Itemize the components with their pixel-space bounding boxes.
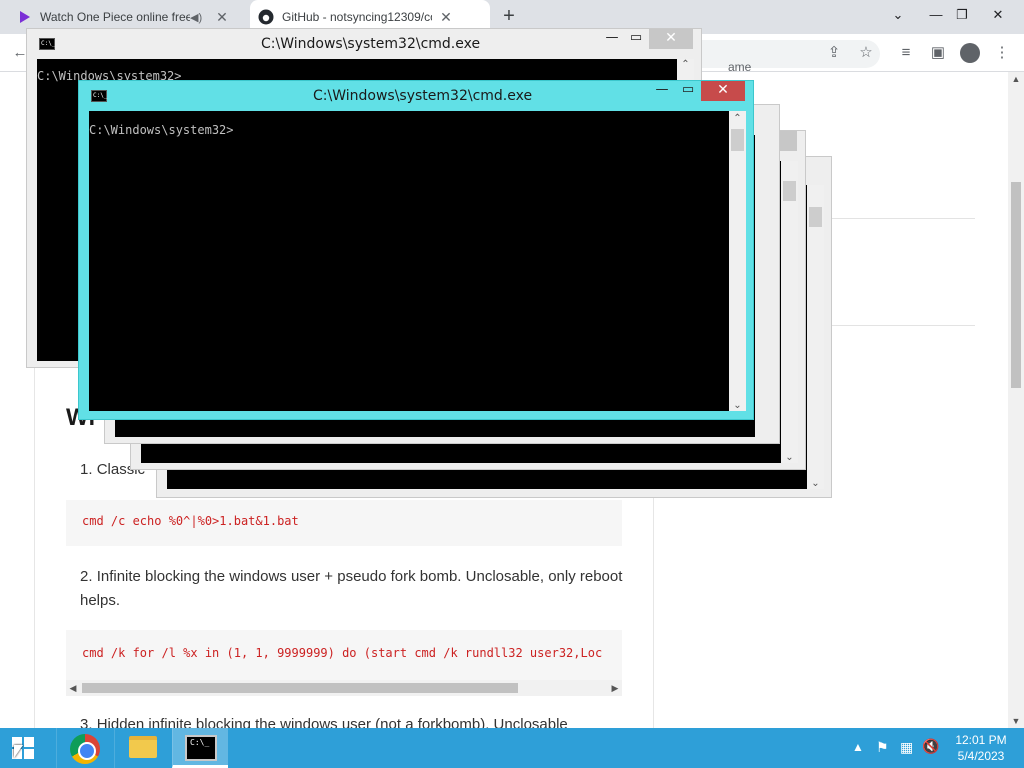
scroll-left-arrow-icon[interactable]: ◀ xyxy=(66,680,80,696)
window-title-bar[interactable]: C:\_ C:\Windows\system32\cmd.exe — ▭ ✕ xyxy=(27,29,701,57)
close-icon[interactable]: ✕ xyxy=(212,9,232,26)
maximize-button[interactable]: ▭ xyxy=(675,81,701,101)
media-queue-icon[interactable]: ≡ xyxy=(894,42,918,64)
list-item: 2. Infinite blocking the windows user + … xyxy=(80,565,625,613)
list-number: 1. xyxy=(80,461,93,478)
clock-date: 5/4/2023 xyxy=(957,749,1005,763)
clock-time: 12:01 PM xyxy=(955,733,1007,747)
window-title: C:\Windows\system32\cmd.exe xyxy=(313,88,533,104)
close-window-button[interactable]: ✕ xyxy=(976,2,1020,30)
new-tab-button[interactable]: + xyxy=(498,6,520,28)
cmd-window-active[interactable]: C:\_ C:\Windows\system32\cmd.exe — ▭ ✕ C… xyxy=(78,80,754,420)
close-button[interactable]: ✕ xyxy=(701,81,745,101)
console-scrollbar[interactable]: ⌄ xyxy=(807,185,824,489)
window-title-bar[interactable]: C:\_ C:\Windows\system32\cmd.exe — ▭ ✕ xyxy=(79,81,753,109)
taskbar-file-explorer[interactable] xyxy=(114,728,170,768)
scrollbar-thumb[interactable] xyxy=(1011,182,1021,388)
command-prompt-icon: C:\_ xyxy=(39,38,55,50)
console-scrollbar[interactable]: ⌃ ⌄ xyxy=(729,111,746,411)
scroll-down-arrow-icon[interactable]: ⌄ xyxy=(729,400,746,411)
scroll-right-arrow-icon[interactable]: ▶ xyxy=(608,680,622,696)
scrollbar-thumb[interactable] xyxy=(809,207,822,227)
windows-taskbar: C:\_ ▲ ⚑ ▦ 🔇 12:01 PM 5/4/2023 xyxy=(0,728,1024,768)
obscured-partial-text: ame xyxy=(728,60,752,74)
code-block: cmd /c echo %0^|%0>1.bat&1.bat xyxy=(66,500,622,546)
action-center-flag-icon[interactable]: ⚑ xyxy=(876,739,889,768)
taskbar-command-prompt[interactable]: C:\_ xyxy=(172,728,228,768)
code-horizontal-scrollbar[interactable]: ◀ ▶ xyxy=(66,680,622,696)
share-icon[interactable]: ⇪ xyxy=(822,42,846,64)
tab-title: GitHub - notsyncing12309/colla xyxy=(282,10,432,24)
code-line: cmd /k for /l %x in (1, 1, 9999999) do (… xyxy=(82,646,603,660)
list-number: 2. xyxy=(80,568,93,585)
list-number: 3. xyxy=(80,716,93,728)
side-panel-icon[interactable]: ▣ xyxy=(926,42,950,64)
scroll-up-arrow-icon[interactable]: ⌃ xyxy=(677,59,694,70)
tab-title: Watch One Piece online free xyxy=(40,10,190,24)
speaker-icon[interactable]: ◀) xyxy=(190,11,208,24)
scroll-up-arrow-icon[interactable]: ⌃ xyxy=(729,113,746,124)
command-prompt-icon: C:\_ xyxy=(91,90,107,102)
menu-kebab-icon[interactable]: ⋮ xyxy=(990,42,1014,64)
file-explorer-icon xyxy=(129,736,157,758)
maximize-button[interactable]: ▭ xyxy=(623,29,649,49)
console-prompt: C:\Windows\system32> xyxy=(89,123,234,137)
minimize-button[interactable]: — xyxy=(649,81,675,101)
console-scrollbar[interactable]: ⌄ xyxy=(781,161,798,463)
page-vertical-scrollbar[interactable]: ▲ ▼ xyxy=(1008,72,1024,728)
profile-avatar[interactable] xyxy=(960,43,980,63)
taskbar-chrome[interactable] xyxy=(56,728,112,768)
system-clock[interactable]: 12:01 PM 5/4/2023 xyxy=(950,732,1012,764)
code-line: cmd /c echo %0^|%0>1.bat&1.bat xyxy=(82,514,299,528)
chrome-icon xyxy=(70,734,100,764)
scroll-up-arrow-icon[interactable]: ▲ xyxy=(1008,72,1024,86)
list-item: 3. Hidden infinite blocking the windows … xyxy=(80,713,625,728)
list-text: Infinite blocking the windows user + pse… xyxy=(80,568,623,609)
list-text: Hidden infinite blocking the windows use… xyxy=(96,716,568,728)
start-button[interactable] xyxy=(0,728,48,768)
show-hidden-icons-chevron-icon[interactable]: ▲ xyxy=(852,740,864,768)
scrollbar-thumb[interactable] xyxy=(783,181,796,201)
window-title: C:\Windows\system32\cmd.exe xyxy=(261,36,481,52)
console-screen[interactable]: C:\Windows\system32> xyxy=(89,111,729,411)
scroll-down-arrow-icon[interactable]: ⌄ xyxy=(781,452,798,463)
network-icon[interactable]: ▦ xyxy=(900,739,913,768)
minimize-button[interactable]: — xyxy=(599,29,625,49)
close-icon[interactable]: ✕ xyxy=(436,9,456,26)
volume-muted-icon[interactable]: 🔇 xyxy=(922,738,939,768)
close-button[interactable]: ✕ xyxy=(649,29,693,49)
scroll-down-arrow-icon[interactable]: ▼ xyxy=(1008,714,1024,728)
scrollbar-thumb[interactable] xyxy=(731,129,744,151)
github-icon xyxy=(258,9,274,25)
play-triangle-icon xyxy=(20,11,30,23)
mouse-cursor xyxy=(14,745,23,758)
bookmark-star-icon[interactable]: ☆ xyxy=(854,42,878,64)
command-prompt-icon: C:\_ xyxy=(185,735,217,761)
scroll-down-arrow-icon[interactable]: ⌄ xyxy=(807,478,824,489)
code-block: cmd /k for /l %x in (1, 1, 9999999) do (… xyxy=(66,630,622,680)
scrollbar-thumb[interactable] xyxy=(82,683,518,693)
